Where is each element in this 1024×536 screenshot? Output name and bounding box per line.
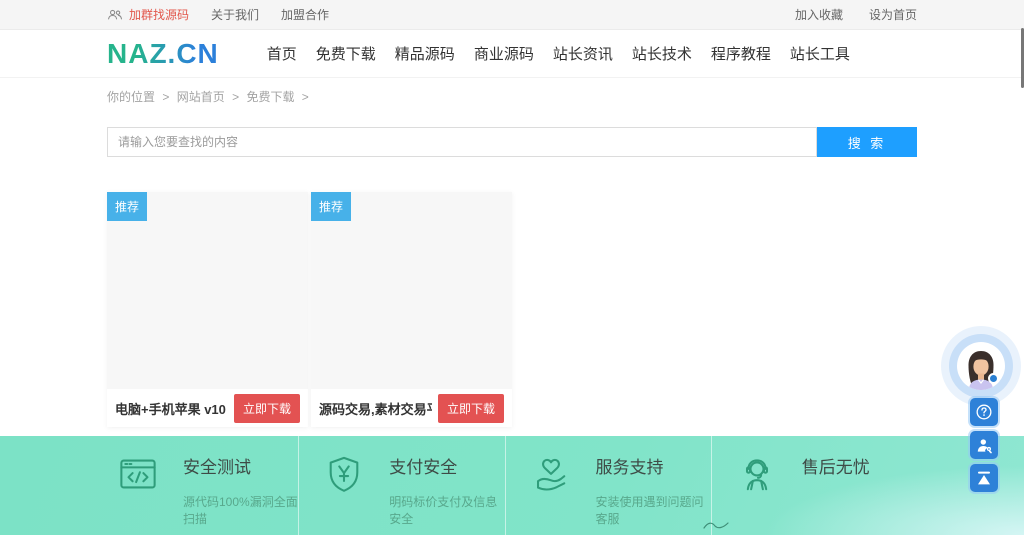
feature-title: 安全测试 (183, 453, 298, 478)
nav-item-webmaster-tech[interactable]: 站长技术 (632, 43, 692, 64)
topbar-link-find-source-group[interactable]: 加群找源码 (129, 6, 189, 23)
nav-item-free-download[interactable]: 免费下载 (316, 43, 376, 64)
breadcrumb-label: 你的位置 (107, 90, 155, 104)
breadcrumb-home-link[interactable]: 网站首页 (177, 90, 225, 104)
source-card[interactable]: 推荐 电脑+手机苹果 v10 cms... 立即下载 (107, 192, 308, 427)
download-button[interactable]: 立即下载 (438, 394, 504, 423)
customer-service-icon (975, 436, 994, 455)
breadcrumb: 你的位置 > 网站首页 > 免费下载 > (107, 88, 917, 105)
feature-after-sales: 售后无忧 (711, 436, 917, 535)
card-title: 源码交易,素材交易平台,... (319, 399, 432, 418)
card-list: 推荐 电脑+手机苹果 v10 cms... 立即下载 推荐 源码交易,素材交易平… (107, 192, 917, 427)
nav-item-commercial-source[interactable]: 商业源码 (474, 43, 534, 64)
shield-yuan-icon (325, 455, 363, 493)
question-mark-icon (974, 402, 994, 422)
customer-service-avatar[interactable] (957, 342, 1005, 390)
search-input[interactable] (107, 127, 817, 157)
feature-footer: 安全测试 源代码100%漏洞全面扫描 支付安全 明码标价支付及信息安全 (0, 436, 1024, 535)
decorative-squiggle (703, 520, 729, 530)
topbar-link-add-favorite[interactable]: 加入收藏 (795, 6, 843, 23)
breadcrumb-separator: > (162, 90, 169, 104)
feature-security-test: 安全测试 源代码100%漏洞全面扫描 (107, 436, 298, 535)
recommend-badge: 推荐 (107, 192, 147, 221)
customer-service-button[interactable] (970, 431, 998, 459)
search-button[interactable]: 搜 索 (817, 127, 917, 157)
breadcrumb-current-link[interactable]: 免费下载 (246, 90, 294, 104)
topbar-link-about-us[interactable]: 关于我们 (211, 6, 259, 23)
source-card[interactable]: 推荐 源码交易,素材交易平台,... 立即下载 (311, 192, 512, 427)
feature-title: 服务支持 (596, 453, 711, 478)
feature-title: 支付安全 (389, 453, 504, 478)
back-to-top-button[interactable] (970, 464, 998, 492)
recommend-badge: 推荐 (311, 192, 351, 221)
topbar: 加群找源码 关于我们 加盟合作 加入收藏 设为首页 (0, 0, 1024, 30)
feature-payment-safety: 支付安全 明码标价支付及信息安全 (298, 436, 504, 535)
headset-icon (738, 455, 776, 493)
hand-heart-icon (532, 455, 570, 493)
site-logo[interactable]: NAZ.CN (107, 38, 219, 70)
feature-title: 售后无忧 (802, 453, 870, 478)
download-button[interactable]: 立即下载 (234, 394, 300, 423)
topbar-link-join-cooperation[interactable]: 加盟合作 (281, 6, 329, 23)
group-people-icon (107, 8, 123, 21)
site-header: NAZ.CN 首页 免费下载 精品源码 商业源码 站长资讯 站长技术 程序教程 … (0, 30, 1024, 78)
breadcrumb-separator: > (302, 90, 309, 104)
online-status-dot (988, 373, 999, 384)
help-button[interactable] (970, 398, 998, 426)
nav-item-webmaster-news[interactable]: 站长资讯 (553, 43, 613, 64)
breadcrumb-separator: > (232, 90, 239, 104)
search-bar: 搜 索 (107, 127, 917, 157)
nav-item-webmaster-tools[interactable]: 站长工具 (790, 43, 850, 64)
avatar-ring-outer (941, 326, 1021, 406)
main-nav: 首页 免费下载 精品源码 商业源码 站长资讯 站长技术 程序教程 站长工具 (267, 43, 869, 64)
nav-item-program-tutorials[interactable]: 程序教程 (711, 43, 771, 64)
nav-item-home[interactable]: 首页 (267, 43, 297, 64)
feature-service-support: 服务支持 安装使用遇到问题问客服 (505, 436, 711, 535)
card-thumbnail (311, 192, 512, 389)
card-thumbnail (107, 192, 308, 389)
card-title: 电脑+手机苹果 v10 cms... (115, 399, 228, 418)
feature-subtitle: 源代码100%漏洞全面扫描 (183, 493, 298, 527)
feature-subtitle: 明码标价支付及信息安全 (389, 493, 504, 527)
feature-subtitle: 安装使用遇到问题问客服 (596, 493, 711, 527)
code-window-icon (119, 455, 157, 493)
nav-item-premium-source[interactable]: 精品源码 (395, 43, 455, 64)
back-to-top-icon (975, 469, 993, 487)
topbar-link-set-homepage[interactable]: 设为首页 (869, 6, 917, 23)
